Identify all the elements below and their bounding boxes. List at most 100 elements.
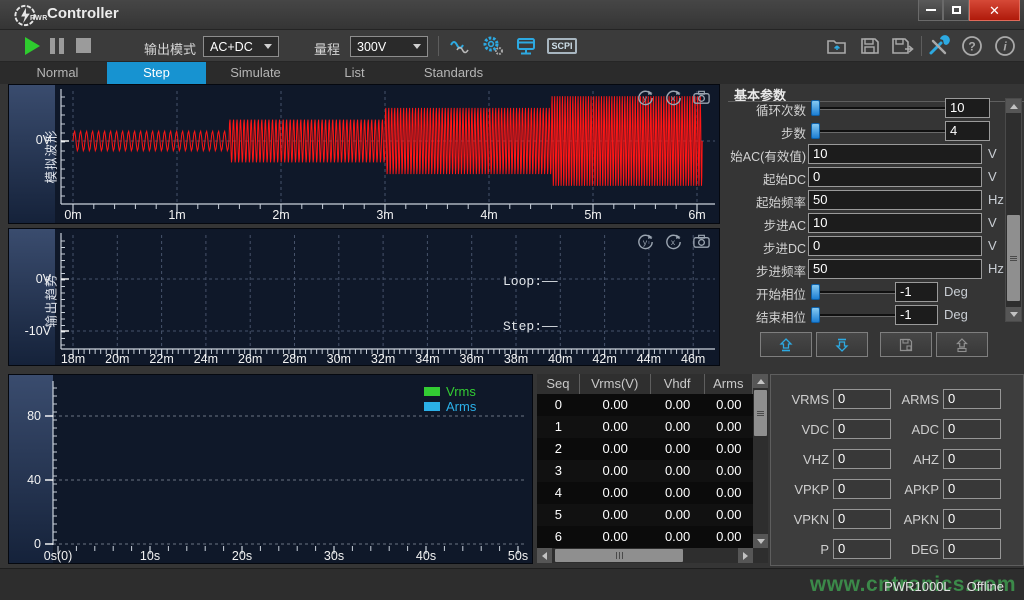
table-row[interactable]: 40.000.000.00 (537, 482, 753, 504)
table-row[interactable]: 10.000.000.00 (537, 416, 753, 438)
table-cell: 0.00 (705, 438, 753, 460)
tick-label: 0m (64, 208, 81, 222)
params-scrollbar[interactable] (1005, 98, 1022, 322)
run-button[interactable] (25, 37, 40, 55)
param-value-input[interactable]: -1 (895, 305, 938, 325)
slider-thumb[interactable] (811, 284, 820, 300)
table-header-cell[interactable]: Arms (705, 374, 753, 394)
slider-track[interactable] (812, 314, 896, 317)
save-as-button[interactable] (890, 34, 916, 58)
measurement-label-arms: ARMS (771, 392, 939, 407)
help-button[interactable]: ? (959, 34, 985, 58)
minimize-button[interactable] (918, 0, 943, 21)
tab-simulate[interactable]: Simulate (206, 62, 305, 84)
table-row[interactable]: 60.000.000.00 (537, 526, 753, 548)
snapshot-camera-icon[interactable] (692, 232, 711, 251)
range-select[interactable]: 300V (350, 36, 428, 57)
close-button[interactable]: ✕ (969, 0, 1020, 21)
param-value-input[interactable]: 50 (808, 259, 982, 279)
slider-track[interactable] (812, 291, 896, 294)
param-value-input[interactable]: 50 (808, 190, 982, 210)
scrollbar-thumb[interactable] (1007, 215, 1020, 301)
measurements-panel: VRMS0ARMS0VDC0ADC0VHZ0AHZ0VPKP0APKP0VPKN… (770, 374, 1024, 566)
scroll-right-icon[interactable] (738, 548, 753, 563)
measurement-row: VPKN0APKN0 (771, 509, 1024, 529)
output-mode-select[interactable]: AC+DC (203, 36, 279, 57)
param-label: 步进AC (722, 215, 806, 234)
waveform-plot[interactable]: 0m1m2m3m4m5m6m (55, 85, 720, 224)
measurement-value-apkp: 0 (943, 479, 1001, 499)
measurement-row: P0DEG0 (771, 539, 1024, 559)
slider-thumb[interactable] (811, 100, 820, 116)
reset-y-zoom-icon[interactable]: y (636, 232, 655, 251)
scroll-up-icon[interactable] (753, 374, 768, 388)
table-body: 00.000.000.0010.000.000.0020.000.000.003… (537, 394, 753, 548)
trend-plot[interactable]: 18m20m22m24m26m28m30m32m34m36m38m40m42m4… (55, 229, 720, 366)
tab-standards[interactable]: Standards (404, 62, 503, 84)
param-value-input[interactable]: 10 (808, 213, 982, 233)
table-vscrollbar[interactable] (753, 374, 768, 548)
table-header-cell[interactable]: Seq (537, 374, 580, 394)
scroll-down-icon[interactable] (753, 534, 768, 548)
reset-y-zoom-icon[interactable]: y (636, 88, 655, 107)
reset-x-zoom-icon[interactable]: x (664, 232, 683, 251)
tick-label: 2m (272, 208, 289, 222)
about-button[interactable]: i (992, 34, 1018, 58)
svg-text:y: y (643, 237, 648, 247)
tab-step[interactable]: Step (107, 62, 206, 84)
scrollbar-thumb[interactable] (555, 549, 683, 562)
table-row[interactable]: 30.000.000.00 (537, 460, 753, 482)
scpi-button[interactable]: SCPI (546, 34, 578, 58)
range-label: 量程 (314, 39, 340, 58)
maximize-button[interactable] (943, 0, 969, 21)
tick-label: 32m (371, 352, 395, 366)
snapshot-camera-icon[interactable] (692, 88, 711, 107)
table-cell: 0.00 (705, 416, 753, 438)
param-value-input[interactable]: 10 (808, 144, 982, 164)
table-cell: 6 (537, 526, 580, 548)
slider-track[interactable] (812, 130, 946, 133)
save-button[interactable] (857, 34, 883, 58)
tick-label: 0 (34, 537, 41, 551)
scroll-left-icon[interactable] (537, 548, 552, 563)
load-steps-button[interactable] (936, 332, 988, 357)
table-hscrollbar[interactable] (537, 548, 768, 563)
settings-button[interactable] (480, 34, 506, 58)
param-value-input[interactable]: 0 (808, 236, 982, 256)
measurement-row: VRMS0ARMS0 (771, 389, 1024, 409)
table-header-cell[interactable]: Vrms(V) (580, 374, 651, 394)
move-up-button[interactable] (760, 332, 812, 357)
table-row[interactable]: 00.000.000.00 (537, 394, 753, 416)
scrollbar-thumb[interactable] (754, 390, 767, 436)
tab-normal[interactable]: Normal (8, 62, 107, 84)
remote-display-button[interactable] (513, 34, 539, 58)
reset-x-zoom-icon[interactable]: x (664, 88, 683, 107)
param-value-input[interactable]: 4 (945, 121, 990, 141)
measurement-label-apkn: APKN (771, 512, 939, 527)
waveform-chart: 模拟波形 0V 0m1m2m3m4m5m6m y x (8, 84, 720, 224)
open-file-button[interactable] (824, 34, 850, 58)
param-value-input[interactable]: -1 (895, 282, 938, 302)
legend-swatch (424, 387, 440, 396)
pause-button[interactable] (50, 38, 64, 54)
wave-icon (449, 36, 473, 56)
waveform-view-button[interactable] (448, 34, 474, 58)
stop-button[interactable] (76, 38, 91, 53)
table-row[interactable]: 50.000.000.00 (537, 504, 753, 526)
param-value-input[interactable]: 10 (945, 98, 990, 118)
table-header-cell[interactable]: Vhdf (651, 374, 705, 394)
param-value-input[interactable]: 0 (808, 167, 982, 187)
save-steps-button[interactable] (880, 332, 932, 357)
table-row[interactable]: 20.000.000.00 (537, 438, 753, 460)
table-cell: 0.00 (705, 504, 753, 526)
scroll-up-icon[interactable] (1006, 99, 1021, 113)
slider-thumb[interactable] (811, 307, 820, 323)
param-label: 起始DC (722, 169, 806, 188)
move-down-button[interactable] (816, 332, 868, 357)
tools-button[interactable] (926, 34, 952, 58)
slider-thumb[interactable] (811, 123, 820, 139)
tab-list[interactable]: List (305, 62, 404, 84)
scroll-down-icon[interactable] (1006, 307, 1021, 321)
tick-label: 28m (282, 352, 306, 366)
slider-track[interactable] (812, 107, 946, 110)
